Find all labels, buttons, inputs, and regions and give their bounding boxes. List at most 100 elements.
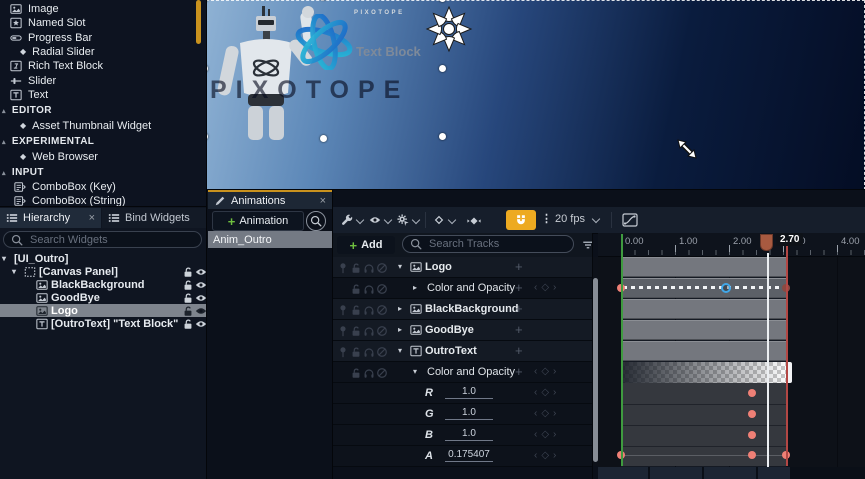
add-section-icon[interactable]: + (515, 320, 523, 340)
palette-section-experimental[interactable]: ▴EXPERIMENTAL (2, 135, 202, 148)
expander-icon[interactable]: ▾ (398, 341, 402, 361)
tab-animations[interactable]: Animations × (208, 190, 332, 209)
lock-icon[interactable] (350, 325, 362, 337)
add-section-icon[interactable]: + (515, 257, 523, 277)
pin-icon[interactable] (337, 262, 349, 274)
pin-icon[interactable] (337, 325, 349, 337)
palette-item-text[interactable]: Text (10, 88, 210, 101)
channel-value-field[interactable]: 0.175407 (445, 449, 493, 462)
keyframe-nav-icons[interactable]: ‹◇› (534, 383, 560, 403)
solo-headphones-icon[interactable] (363, 304, 375, 316)
playback-range-end-line[interactable] (786, 234, 788, 466)
mute-slash-icon[interactable] (376, 262, 388, 274)
channel-row-r[interactable]: R 1.0 ‹◇› (333, 383, 592, 404)
tree-row-logo-selected[interactable]: Logo (0, 304, 206, 317)
close-icon[interactable]: × (320, 195, 326, 207)
search-widgets-input[interactable] (28, 233, 182, 247)
keyframe-selected[interactable] (721, 283, 731, 293)
channel-value-field[interactable]: 1.0 (445, 407, 493, 420)
palette-item-radial-slider[interactable]: ◆Radial Slider (20, 45, 220, 58)
tree-row-goodbye[interactable]: GoodBye (0, 291, 206, 304)
animation-search-button[interactable] (306, 211, 326, 231)
chevron-down-icon[interactable] (412, 216, 420, 224)
channel-row-a[interactable]: A 0.175407 ‹◇› (333, 446, 592, 467)
expander-icon[interactable]: ▾ (2, 254, 6, 263)
solo-headphones-icon[interactable] (363, 262, 375, 274)
mute-slash-icon[interactable] (376, 283, 388, 295)
palette-item-slider[interactable]: Slider (10, 74, 210, 87)
tab-bind-widgets[interactable]: Bind Widgets (102, 208, 206, 228)
chevron-down-icon[interactable] (356, 216, 364, 224)
keyframe-nav-icons[interactable]: ‹◇› (534, 278, 560, 298)
lock-icon[interactable] (350, 304, 362, 316)
mute-slash-icon[interactable] (376, 346, 388, 358)
palette-item-named-slot[interactable]: Named Slot (10, 16, 210, 29)
track-row-blackbackground[interactable]: ▸ BlackBackground + (333, 299, 592, 320)
scrollbar-thumb[interactable] (593, 278, 598, 462)
palette-section-editor[interactable]: ▴EDITOR (2, 104, 202, 117)
close-icon[interactable]: × (89, 212, 95, 224)
palette-item-rich-text-block[interactable]: Rich Text Block (10, 59, 210, 72)
solo-headphones-icon[interactable] (363, 367, 375, 379)
expander-icon[interactable]: ▸ (413, 278, 417, 298)
timeline-lanes[interactable] (598, 257, 865, 467)
keyframe-nav-icons[interactable]: ‹◇› (534, 404, 560, 424)
palette-item-image[interactable]: Image (10, 2, 210, 15)
chevron-down-icon[interactable] (592, 215, 600, 223)
keyframe-nav-icons[interactable]: ‹◇› (534, 446, 560, 466)
mute-slash-icon[interactable] (376, 325, 388, 337)
snap-more-options-icon[interactable]: ⋮ (541, 212, 552, 225)
track-row-logo-color-opacity[interactable]: ▸ Color and Opacity + ‹◇› (333, 278, 592, 299)
chevron-down-icon[interactable] (448, 216, 456, 224)
palette-item-asset-thumbnail-widget[interactable]: ◆Asset Thumbnail Widget (20, 119, 220, 132)
add-track-button[interactable]: + Add (337, 236, 395, 254)
track-row-goodbye[interactable]: ▸ GoodBye + (333, 320, 592, 341)
channel-row-b[interactable]: B 1.0 ‹◇› (333, 425, 592, 446)
add-section-icon[interactable]: + (515, 341, 523, 361)
channel-value-field[interactable]: 1.0 (445, 386, 493, 399)
opacity-gradient-strip[interactable] (621, 362, 789, 383)
playhead-line[interactable] (767, 253, 769, 467)
expander-icon[interactable]: ▾ (413, 362, 417, 382)
range-thumb[interactable] (598, 467, 790, 479)
mute-slash-icon[interactable] (376, 367, 388, 379)
keyframe-dot-a-mid[interactable] (748, 451, 756, 459)
timeline-range-scrollbar[interactable] (598, 467, 865, 479)
timeline-ruler[interactable]: 0.00 1.00 2.00 3.00 4.00 (598, 233, 865, 257)
track-row-outrotext[interactable]: ▾ OutroText + (333, 341, 592, 362)
add-section-icon[interactable]: + (515, 299, 523, 319)
unlock-icon[interactable] (182, 292, 194, 304)
add-key-icon[interactable]: + (515, 362, 523, 382)
unlock-icon[interactable] (182, 305, 194, 317)
playhead-marker[interactable] (760, 234, 773, 251)
resize-handle-bottom-right[interactable] (439, 133, 446, 140)
resize-handle-middle-right[interactable] (439, 65, 446, 72)
section-bar-blackbackground[interactable] (621, 299, 786, 319)
keyframe-dot-b[interactable] (748, 431, 756, 439)
tab-hierarchy[interactable]: Hierarchy × (0, 208, 101, 228)
expander-icon[interactable]: ▾ (12, 267, 16, 276)
lock-icon[interactable] (350, 367, 362, 379)
track-row-logo[interactable]: ▾ Logo + (333, 257, 592, 278)
tree-row-blackbackground[interactable]: BlackBackground (0, 278, 206, 291)
track-search[interactable] (402, 235, 574, 253)
section-bar-logo[interactable] (621, 257, 786, 277)
channel-value-field[interactable]: 1.0 (445, 428, 493, 441)
keyframe-nav-icons[interactable]: ‹◇› (534, 362, 560, 382)
lock-icon[interactable] (350, 346, 362, 358)
palette-section-input[interactable]: ▴INPUT (2, 166, 202, 179)
animation-list-item-anim-outro[interactable]: Anim_Outro (208, 231, 332, 248)
anchor-widget-icon[interactable] (424, 4, 474, 54)
selected-image-widget[interactable]: PIXOTOPE Text Block PIXOTOPE (206, 0, 446, 140)
keyframe-dot-r[interactable] (748, 389, 756, 397)
mute-slash-icon[interactable] (376, 304, 388, 316)
section-bar-outrotext[interactable] (621, 341, 786, 361)
keyframe-dot-g[interactable] (748, 410, 756, 418)
solo-headphones-icon[interactable] (363, 325, 375, 337)
add-animation-button[interactable]: + Animation (212, 211, 304, 231)
tree-row-canvas-panel[interactable]: ▾ [Canvas Panel] (0, 265, 206, 278)
snap-magnet-toggle[interactable] (506, 210, 536, 230)
section-bar-goodbye[interactable] (621, 320, 786, 340)
resize-handle-bottom-center[interactable] (320, 135, 327, 142)
tree-row-ui-outro[interactable]: ▾ [UI_Outro] (0, 252, 206, 265)
